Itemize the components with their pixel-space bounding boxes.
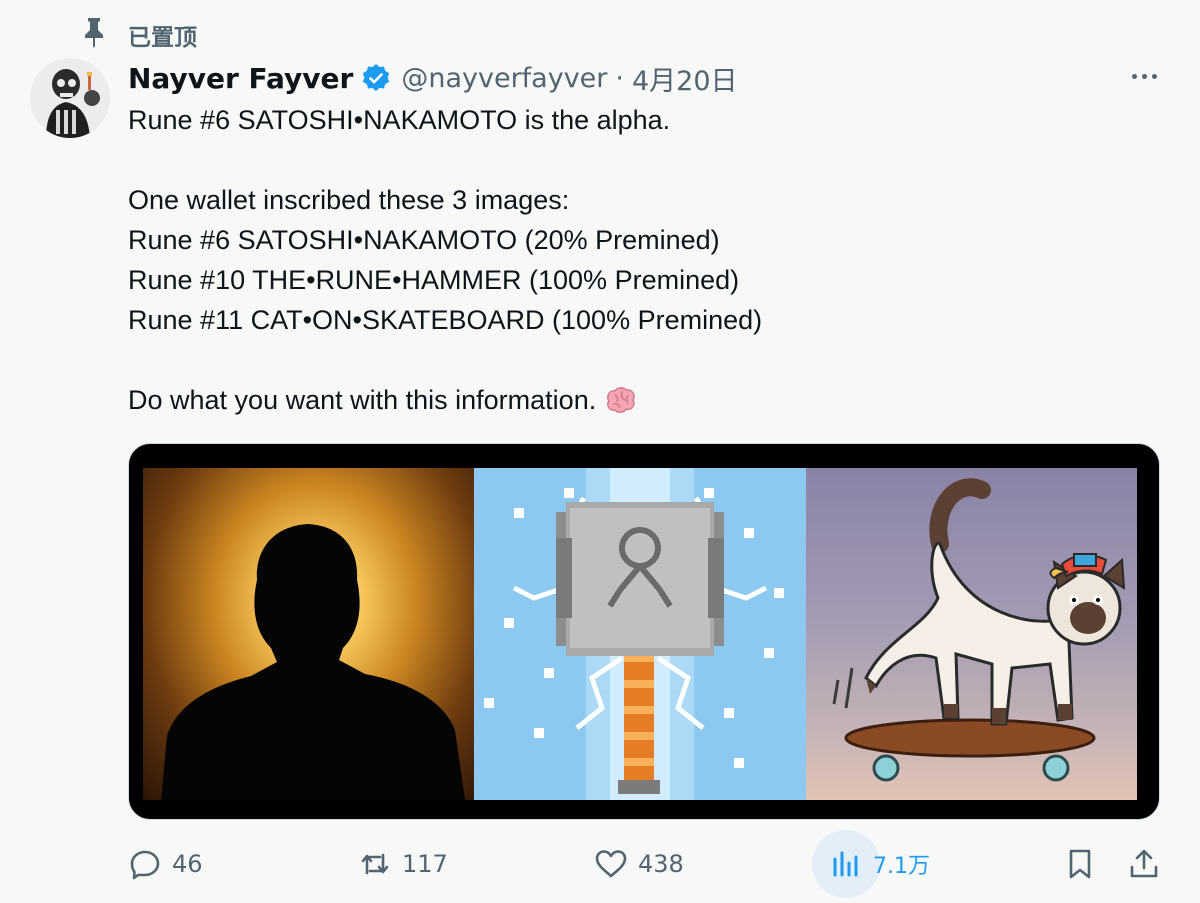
tweet-media[interactable] [128, 443, 1160, 820]
avatar[interactable] [30, 58, 110, 138]
bookmark-button[interactable] [1063, 836, 1097, 892]
cat-on-skateboard-image[interactable] [806, 468, 1137, 800]
like-count: 438 [638, 850, 684, 878]
tweet-action-bar: 46 117 438 7.1万 [0, 826, 1200, 903]
more-options-icon[interactable] [1122, 60, 1166, 92]
views-button[interactable]: 7.1万 [812, 836, 930, 892]
views-chart-icon [833, 851, 858, 877]
views-count: 7.1万 [873, 854, 930, 879]
bookmark-icon [1069, 849, 1091, 879]
repost-button[interactable]: 117 [358, 836, 448, 892]
header-separator: · [615, 62, 624, 94]
pin-icon [85, 18, 103, 48]
share-icon [1130, 849, 1158, 878]
like-button[interactable]: 438 [594, 836, 684, 892]
repost-icon [361, 853, 389, 875]
reply-count: 46 [172, 850, 203, 878]
tweet-line: Rune #10 THE•RUNE•HAMMER (100% Premined) [128, 265, 740, 295]
tweet-blank-line [128, 140, 1168, 180]
tweet-blank-line [128, 340, 1168, 380]
repost-count: 117 [402, 850, 448, 878]
pinned-indicator: 已置顶 [80, 14, 197, 51]
reply-icon [130, 850, 160, 880]
tweet-text: Rune #6 SATOSHI•NAKAMOTO is the alpha. O… [128, 100, 1168, 420]
author-name[interactable]: Nayver Fayver [128, 62, 353, 95]
heart-icon [595, 850, 627, 878]
rune-hammer-image[interactable] [474, 468, 806, 800]
tweet-line: Do what you want with this information. [128, 385, 597, 415]
author-handle[interactable]: @nayverfayver [401, 63, 607, 94]
tweet-last-line: Do what you want with this information. [128, 380, 1168, 420]
tweet-header: Nayver Fayver @nayverfayver · 4月20日 [128, 56, 738, 100]
tweet-date[interactable]: 4月20日 [632, 59, 738, 98]
verified-badge-icon[interactable] [361, 63, 391, 93]
tweet-line: Rune #6 SATOSHI•NAKAMOTO (20% Premined) [128, 225, 720, 255]
brain-emoji-icon [607, 387, 635, 413]
tweet-line: Rune #6 SATOSHI•NAKAMOTO is the alpha. [128, 105, 671, 135]
tweet-line: Rune #11 CAT•ON•SKATEBOARD (100% Premine… [128, 305, 763, 335]
share-button[interactable] [1127, 836, 1161, 892]
silhouette-image[interactable] [143, 468, 474, 800]
pinned-label: 已置顶 [128, 25, 197, 51]
reply-button[interactable]: 46 [128, 836, 203, 892]
tweet-line: One wallet inscribed these 3 images: [128, 185, 570, 215]
